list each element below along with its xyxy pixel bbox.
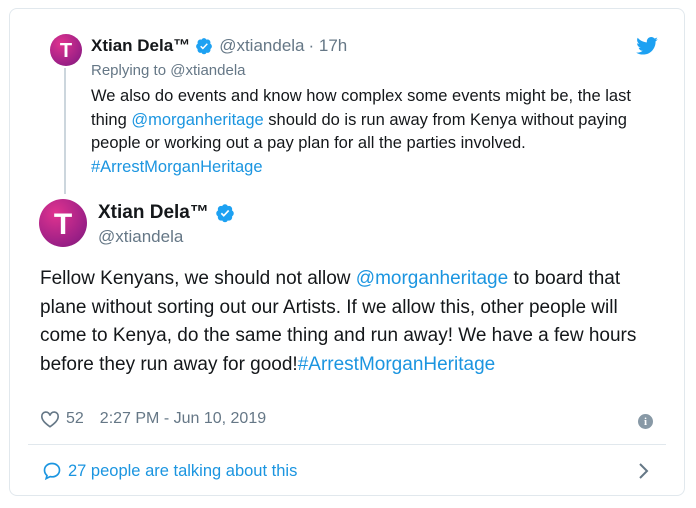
verified-badge-icon [196, 38, 213, 55]
info-glyph: i [643, 415, 648, 428]
reply-author-handle[interactable]: @xtiandela [219, 36, 304, 56]
reply-author-name[interactable]: Xtian Dela™ [91, 36, 190, 56]
conversation-link[interactable]: 27 people are talking about this [42, 461, 297, 481]
heart-icon[interactable] [40, 410, 60, 428]
main-author: Xtian Dela™ [98, 202, 241, 224]
tweet-meta: 52 2:27 PM - Jun 10, 2019 [40, 410, 266, 428]
reply-time[interactable]: · 17h [309, 36, 348, 56]
main-text-part1: Fellow Kenyans, we should not allow [40, 268, 356, 289]
reply-avatar[interactable]: T [50, 34, 82, 66]
tweet-timestamp[interactable]: 2:27 PM - Jun 10, 2019 [100, 410, 266, 428]
reply-header: Xtian Dela™ @xtiandela · 17h [91, 36, 347, 56]
speech-bubble-icon [43, 462, 61, 481]
main-tweet-text: Fellow Kenyans, we should not allow @mor… [40, 265, 660, 379]
replying-handle[interactable]: @xtiandela [170, 62, 245, 79]
main-avatar[interactable]: T [39, 199, 87, 247]
avatar-letter: T [59, 40, 73, 62]
reply-mention-link[interactable]: @morganheritage [131, 111, 263, 129]
reply-text: We also do events and know how complex s… [91, 85, 666, 179]
like-count[interactable]: 52 [66, 410, 84, 428]
talking-label: 27 people are talking about this [68, 461, 298, 480]
divider [28, 444, 666, 445]
replying-to: Replying to @xtiandela [91, 62, 246, 79]
twitter-bird-icon[interactable] [636, 37, 658, 55]
verified-badge-icon [216, 204, 234, 223]
main-author-handle[interactable]: @xtiandela [98, 227, 183, 247]
replying-prefix: Replying to [91, 62, 171, 79]
main-author-name[interactable]: Xtian Dela™ [98, 202, 209, 224]
reply-hashtag-link[interactable]: #ArrestMorganHeritage [91, 158, 263, 176]
main-hashtag-link[interactable]: #ArrestMorganHeritage [298, 354, 495, 375]
avatar-letter: T [53, 207, 73, 241]
main-mention-link[interactable]: @morganheritage [356, 268, 508, 289]
info-icon[interactable]: i [638, 414, 653, 429]
thread-connector [64, 68, 66, 194]
chevron-right-icon[interactable] [638, 462, 650, 480]
